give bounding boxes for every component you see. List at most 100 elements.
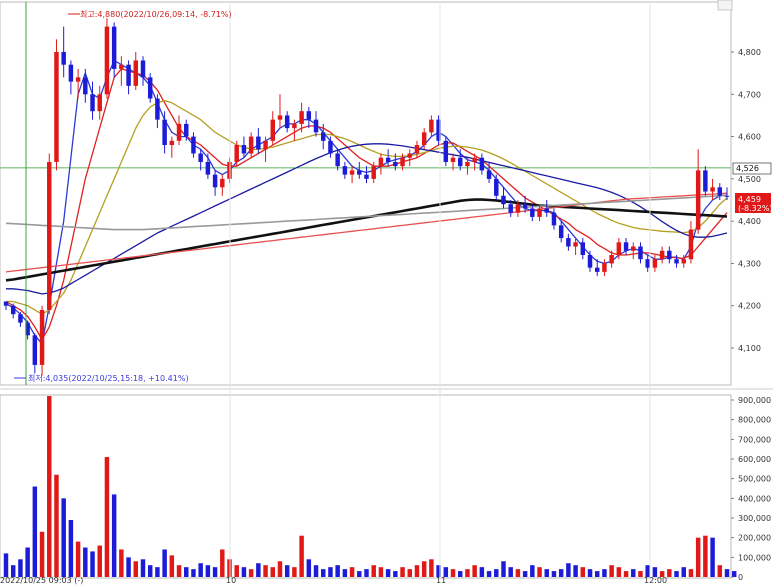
candle-body-83 (602, 263, 607, 272)
volume-bar-14 (104, 457, 110, 577)
candle-body-13 (97, 94, 102, 112)
volume-bar-43 (313, 565, 319, 577)
volume-tick-label-8: 100,000 (738, 553, 771, 562)
volume-bar-20 (147, 565, 153, 577)
volume-bar-29 (212, 567, 218, 577)
volume-bar-94 (681, 567, 686, 577)
volume-bar-75 (544, 569, 549, 577)
candle-body-77 (558, 225, 564, 239)
volume-bar-24 (176, 565, 182, 577)
candle-6 (47, 153, 52, 315)
candle-body-8 (61, 52, 66, 65)
candle-body-51 (371, 166, 376, 179)
current-price-change: (-8.32%) (738, 204, 773, 213)
candle-body-97 (703, 170, 708, 192)
candle-body-40 (292, 123, 297, 129)
candle-body-15 (111, 26, 117, 69)
volume-bar-42 (306, 559, 312, 577)
volume-bar-76 (551, 571, 557, 577)
volume-bar-15 (111, 494, 117, 577)
candle-body-68 (494, 178, 499, 196)
corner-box (717, 0, 733, 11)
candle-body-94 (681, 259, 686, 264)
volume-bar-72 (522, 571, 528, 577)
volume-bar-63 (457, 571, 463, 577)
volume-bar-35 (256, 563, 261, 577)
price-tick-label-2: 4,600 (738, 133, 761, 142)
candle-97 (703, 166, 708, 196)
candle-body-19 (140, 60, 146, 78)
volume-tick-label-3: 600,000 (738, 455, 771, 464)
volume-bar-33 (241, 567, 247, 577)
volume-bar-84 (609, 565, 614, 577)
candle-body-30 (220, 178, 225, 188)
volume-bar-87 (631, 569, 636, 577)
candle-20 (147, 73, 153, 103)
volume-bar-95 (688, 569, 694, 577)
volume-tick-label-0: 900,000 (738, 396, 771, 405)
volume-bar-44 (321, 569, 326, 577)
volume-bar-85 (616, 567, 622, 577)
volume-bar-96 (695, 537, 701, 577)
candle-body-34 (248, 136, 254, 154)
candle-body-46 (335, 153, 340, 167)
volume-bar-57 (414, 565, 420, 577)
candle-body-4 (32, 335, 38, 365)
volume-bar-99 (717, 565, 723, 577)
x-label-noon: 12:00 (644, 576, 667, 585)
volume-bar-26 (191, 569, 196, 577)
volume-bar-12 (90, 551, 95, 577)
volume-bar-18 (133, 561, 139, 577)
candle-body-56 (407, 153, 412, 158)
volume-bar-9 (68, 519, 74, 577)
volume-bar-50 (364, 569, 369, 577)
volume-tick-label-4: 500,000 (738, 475, 771, 484)
volume-bar-73 (530, 565, 535, 577)
candle-body-23 (169, 140, 175, 146)
volume-bar-47 (342, 569, 348, 577)
volume-bar-64 (465, 569, 470, 577)
candle-body-32 (234, 145, 239, 162)
candle-body-98 (710, 187, 715, 192)
volume-bar-13 (97, 545, 102, 577)
volume-tick-label-2: 700,000 (738, 435, 771, 444)
candle-body-52 (378, 157, 384, 167)
volume-bar-101 (731, 571, 737, 577)
candle-body-22 (162, 119, 167, 146)
volume-bar-88 (638, 571, 643, 577)
volume-bar-19 (140, 559, 146, 577)
volume-bar-65 (472, 565, 477, 577)
candle-body-99 (717, 187, 723, 196)
volume-bar-54 (393, 571, 398, 577)
candle-body-87 (631, 246, 636, 251)
x-label-start: 2022/10/25 09:03 (-) (0, 576, 83, 585)
candle-body-44 (321, 132, 326, 141)
candle-14 (104, 18, 110, 99)
candle-body-12 (90, 94, 95, 112)
volume-bar-83 (602, 569, 607, 577)
volume-tick-label-7: 200,000 (738, 534, 771, 543)
volume-bar-27 (198, 563, 203, 577)
volume-bar-38 (277, 561, 283, 577)
candle-body-85 (616, 242, 622, 255)
candle-body-84 (609, 254, 614, 264)
candle-body-61 (443, 140, 449, 162)
price-tick-label-3: 4,500 (738, 175, 761, 184)
reference-price-label: 4,526 (736, 164, 759, 173)
candle-body-100 (724, 195, 730, 197)
volume-bar-11 (83, 547, 88, 577)
current-price-label: 4,459 (738, 195, 761, 204)
candle-body-11 (83, 77, 88, 95)
volume-bar-5 (39, 531, 45, 577)
candle-body-93 (674, 259, 679, 264)
candle-body-88 (638, 246, 643, 260)
volume-bar-86 (623, 571, 629, 577)
volume-bar-4 (32, 486, 38, 577)
candle-61 (443, 136, 449, 167)
candle-7 (54, 39, 59, 171)
volume-bar-70 (508, 567, 513, 577)
volume-bar-48 (349, 567, 355, 577)
candle-body-9 (68, 64, 74, 82)
candle-body-58 (421, 132, 427, 146)
volume-bar-82 (594, 571, 600, 577)
